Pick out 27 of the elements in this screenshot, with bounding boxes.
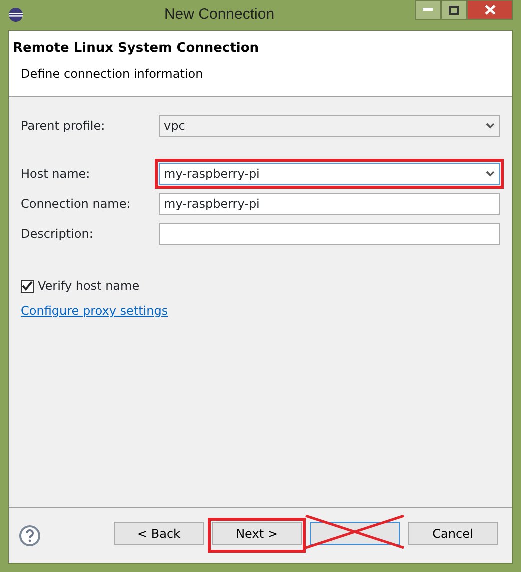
maximize-icon <box>449 6 459 14</box>
close-button[interactable] <box>467 0 513 20</box>
maximize-button[interactable] <box>441 0 467 20</box>
minimize-button[interactable] <box>415 0 441 20</box>
proxy-settings-link[interactable]: Configure proxy settings <box>21 302 168 320</box>
dropdown-field[interactable]: vpc <box>159 115 500 137</box>
checkbox-label: Verify host name <box>38 278 140 295</box>
chevron-down-icon <box>486 123 495 129</box>
page-description: Define connection information <box>20 66 204 82</box>
window-title: New Connection <box>163 4 276 25</box>
dropdown-field[interactable]: my-raspberry-pi <box>159 163 500 185</box>
wizard-button[interactable]: Next > <box>212 522 302 545</box>
minimize-icon <box>423 8 433 12</box>
wizard-button[interactable]: < Back <box>114 522 204 545</box>
checkbox[interactable] <box>21 280 34 292</box>
app-icon <box>8 7 24 23</box>
close-icon <box>484 5 496 15</box>
chevron-down-icon <box>486 171 495 177</box>
field-label: Connection name: <box>21 196 132 213</box>
wizard-button[interactable]: Cancel <box>408 522 498 545</box>
page-title: Remote Linux System Connection <box>13 40 260 58</box>
text-field[interactable]: my-raspberry-pi <box>159 193 500 215</box>
field-label: Host name: <box>21 166 92 183</box>
text-field[interactable] <box>159 223 500 245</box>
field-label: Description: <box>21 226 94 243</box>
field-label: Parent profile: <box>21 118 106 135</box>
help-icon[interactable] <box>19 524 41 546</box>
